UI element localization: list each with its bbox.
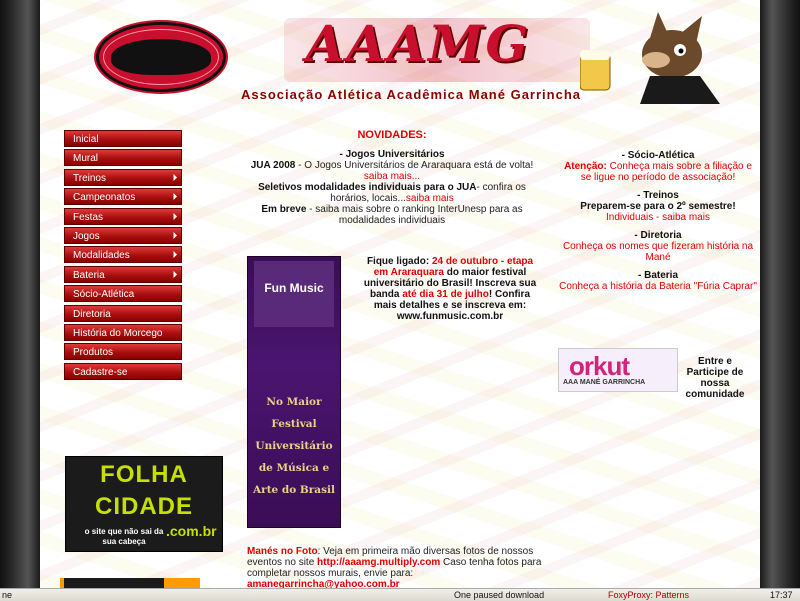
menu-item-produtos[interactable]: Produtos: [64, 343, 182, 361]
menu-item-mural[interactable]: Mural: [64, 149, 182, 167]
seletivos-lead: Seletivos modalidades individuais para o…: [258, 182, 477, 193]
jua-text: - O Jogos Universitários de Araraquara e…: [295, 160, 534, 171]
submenu-arrow-icon: [169, 231, 178, 239]
ad-line-1: FOLHA: [100, 461, 188, 488]
menu-item-campeonatos[interactable]: Campeonatos: [64, 188, 182, 206]
multiply-link[interactable]: http://aaamg.multiply.com: [317, 557, 440, 568]
menu-item-label: Modalidades: [73, 250, 130, 262]
festival-banner-text: No Maior Festival Universitário de Músic…: [253, 396, 335, 496]
menu-item-label: Inicial: [73, 134, 99, 145]
fun-music-logo-text: Fun Music: [264, 281, 324, 295]
menu-item-cadastre-se[interactable]: Cadastre-se: [64, 362, 182, 380]
fotos-news: Manés no Foto: Veja em primeira mão dive…: [247, 546, 547, 588]
treinos-title: - Treinos: [637, 190, 679, 201]
menu-item-festas[interactable]: Festas: [64, 207, 182, 225]
submenu-arrow-icon: [169, 173, 178, 181]
banner-ad-partial[interactable]: [60, 578, 200, 588]
socio-section: - Sócio-Atlética Atenção: Conheça mais s…: [558, 150, 758, 183]
embreve-text: - saiba mais sobre o ranking InterUnesp …: [306, 204, 523, 226]
site-title: AAAMG: [305, 14, 531, 73]
menu-item-label: Campeonatos: [73, 192, 136, 204]
bateria-link[interactable]: Conheça a história da Bateria "Fúria Cap…: [558, 281, 758, 292]
download-status[interactable]: One paused download: [454, 589, 544, 601]
ad-domain: .com.br: [166, 523, 217, 539]
web-page: AAAMG Associação Atlética Acadêmica Mané…: [40, 0, 760, 588]
jua-paragraph: JUA 2008 - O Jogos Universitários de Ara…: [240, 160, 544, 182]
menu-item-label: Jogos: [73, 230, 100, 242]
ad-line-2: CIDADE: [94, 493, 193, 520]
festival-deadline: até dia 31 de julho: [402, 289, 489, 300]
seletivos-link[interactable]: saiba mais: [406, 193, 454, 204]
news-section: NOVIDADES: - Jogos Universitários JUA 20…: [240, 129, 544, 227]
menu-item-label: Diretoria: [73, 308, 111, 320]
bateria-title: - Bateria: [637, 270, 678, 281]
embreve-lead: Em breve: [261, 204, 307, 215]
window-frame-left: [0, 0, 40, 600]
menu-item-modalidades[interactable]: Modalidades: [64, 246, 182, 264]
menu-item-label: Sócio-Atlética: [73, 289, 135, 301]
orkut-invite-text: Entre e Participe de nossa comunidade: [685, 356, 745, 400]
menu-item-label: Produtos: [73, 347, 114, 359]
menu-item-bateria[interactable]: Bateria: [64, 265, 182, 283]
site-subtitle: Associação Atlética Acadêmica Mané Garri…: [241, 87, 581, 102]
jua-link[interactable]: saiba mais...: [364, 171, 420, 182]
diretoria-section: - Diretoria Conheça os nomes que fizeram…: [558, 230, 758, 263]
treinos-section: - Treinos Preparem-se para o 2º semestre…: [558, 190, 758, 223]
menu-item-label: Treinos: [73, 172, 106, 184]
socio-title: - Sócio-Atlética: [621, 150, 695, 161]
folha-cidade-ad[interactable]: FOLHA CIDADE o site que não sai da sua c…: [65, 456, 223, 552]
news-heading: NOVIDADES:: [357, 129, 427, 141]
orkut-logo: orkut: [569, 351, 630, 381]
diretoria-link[interactable]: Conheça os nomes que fizeram história na…: [558, 241, 758, 263]
treinos-headline: Preparem-se para o 2º semestre!: [580, 201, 736, 212]
jua-lead: JUA 2008: [250, 160, 296, 171]
menu-item-historia-do-morcego[interactable]: História do Morcego: [64, 323, 182, 341]
socio-link[interactable]: Conheça mais sobre a filiação e se ligue…: [581, 161, 752, 183]
menu-item-label: História do Morcego: [73, 327, 163, 339]
ad-tagline: o site que não sai da sua cabeça: [84, 527, 164, 546]
diretoria-title: - Diretoria: [634, 230, 682, 241]
submenu-arrow-icon: [169, 212, 178, 220]
menu-item-jogos[interactable]: Jogos: [64, 226, 182, 244]
bateria-section: - Bateria Conheça a história da Bateria …: [558, 270, 758, 292]
status-bar: ne One paused download FoxyProxy: Patter…: [0, 588, 800, 601]
club-logo-icon[interactable]: [96, 22, 226, 92]
embreve-paragraph: Em breve - saiba mais sobre o ranking In…: [240, 204, 544, 226]
menu-item-diretoria[interactable]: Diretoria: [64, 304, 182, 322]
fun-music-logo: Fun Music: [254, 261, 334, 327]
window-frame-right: [760, 0, 800, 600]
menu-item-label: Bateria: [73, 269, 105, 281]
submenu-arrow-icon: [169, 193, 178, 201]
jogos-title: - Jogos Universitários: [339, 149, 445, 160]
menu-item-label: Cadastre-se: [73, 366, 128, 378]
mascot-icon: [580, 12, 720, 104]
submenu-arrow-icon: [169, 270, 178, 278]
right-column: - Sócio-Atlética Atenção: Conheça mais s…: [558, 150, 758, 299]
fotos-lead: Manés no Foto: [247, 546, 318, 557]
orkut-community-banner[interactable]: orkut AAA MANÉ GARRINCHA: [558, 348, 678, 392]
status-text: ne: [2, 590, 13, 600]
festival-description: Fique ligado: 24 de outubro - etapa em A…: [362, 256, 538, 322]
treinos-link[interactable]: Individuais - saiba mais: [558, 212, 758, 223]
fun-music-banner[interactable]: Fun Music No Maior Festival Universitári…: [247, 256, 341, 528]
submenu-arrow-icon: [169, 251, 178, 259]
menu-item-label: Mural: [73, 153, 99, 165]
festival-text-a: Fique ligado:: [366, 256, 432, 267]
foxyproxy-status[interactable]: FoxyProxy: Patterns: [608, 589, 689, 601]
seletivos-paragraph: Seletivos modalidades individuais para o…: [240, 182, 544, 204]
menu-item-socio-atletica[interactable]: Sócio-Atlética: [64, 285, 182, 303]
clock: 17:37: [770, 590, 793, 600]
orkut-community-name: AAA MANÉ GARRINCHA: [563, 379, 646, 386]
menu-item-treinos[interactable]: Treinos: [64, 168, 182, 186]
menu-item-inicial[interactable]: Inicial: [64, 130, 182, 147]
main-menu: Inicial Mural Treinos Campeonatos Festas…: [64, 130, 182, 382]
banner-ad-inner: [64, 578, 164, 588]
menu-item-label: Festas: [73, 211, 104, 223]
bat-icon: [111, 39, 211, 75]
email-link[interactable]: amanegarrincha@yahoo.com.br: [247, 579, 400, 588]
socio-attention: Atenção:: [564, 161, 607, 172]
